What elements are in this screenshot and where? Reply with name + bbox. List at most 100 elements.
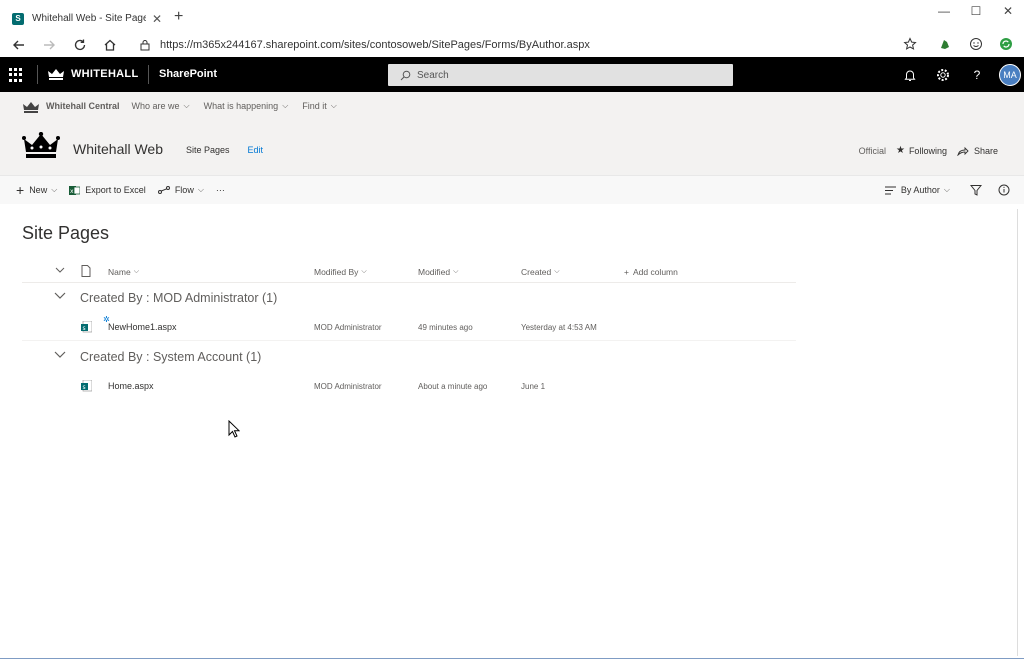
crown-logo-icon xyxy=(22,132,60,158)
forward-arrow-icon[interactable] xyxy=(41,37,57,53)
user-avatar[interactable]: MA xyxy=(999,64,1021,86)
svg-text:s: s xyxy=(83,384,86,391)
file-name-link[interactable]: NewHome1.aspx xyxy=(108,322,177,332)
group-header[interactable]: Created By : MOD Administrator (1) xyxy=(22,284,796,314)
chevron-down-icon[interactable] xyxy=(54,292,66,300)
sharepoint-favicon-icon: S xyxy=(12,12,24,25)
org-name: WHITEHALL xyxy=(71,67,139,80)
share-label: Share xyxy=(973,145,998,156)
suite-bar: WHITEHALL SharePoint Search ? xyxy=(0,57,1024,92)
table-row[interactable]: s ✲ NewHome1.aspx MOD Administrator 49 m… xyxy=(22,313,796,341)
view-label: By Author xyxy=(900,185,940,195)
page-title: Site Pages xyxy=(22,223,110,243)
site-header: Whitehall Web Site Pages Edit Official ★… xyxy=(0,120,1024,176)
excel-icon: x xyxy=(69,185,81,196)
chevron-down-icon[interactable] xyxy=(54,351,66,359)
search-placeholder: Search xyxy=(417,69,449,81)
feedback-smiley-icon[interactable] xyxy=(969,37,983,51)
close-window-icon[interactable]: ✕ xyxy=(992,2,1024,20)
chevron-down-icon: ⌵ xyxy=(453,268,459,275)
vertical-scrollbar[interactable] xyxy=(1016,204,1024,659)
hub-nav-item-what-is-happening[interactable]: What is happening ⌵ xyxy=(204,101,289,111)
plus-icon: + xyxy=(16,182,25,198)
org-logo-link[interactable]: WHITEHALL xyxy=(47,67,138,80)
site-nav-edit-link[interactable]: Edit xyxy=(248,145,264,155)
column-header-modified-by[interactable]: Modified By ⌵ xyxy=(314,267,367,277)
hub-site-name: Whitehall Central xyxy=(46,101,120,111)
classification-label: Official xyxy=(858,145,886,156)
site-logo[interactable] xyxy=(22,132,60,160)
divider xyxy=(148,65,149,84)
column-header-modified[interactable]: Modified ⌵ xyxy=(418,267,458,277)
following-button[interactable]: ★ Following xyxy=(896,145,947,156)
new-label: New xyxy=(29,185,48,195)
new-button[interactable]: + New ⌵ xyxy=(16,182,57,198)
hub-nav-item-find-it[interactable]: Find it ⌵ xyxy=(302,101,337,111)
group-header[interactable]: Created By : System Account (1) xyxy=(22,343,796,373)
help-icon[interactable]: ? xyxy=(969,67,985,83)
favorite-star-icon[interactable] xyxy=(903,37,917,51)
home-icon[interactable] xyxy=(102,37,118,53)
url-text: https://m365x244167.sharepoint.com/sites… xyxy=(160,39,590,51)
crown-icon xyxy=(48,69,64,80)
hub-nav-label: Find it xyxy=(302,101,327,111)
modified-by-cell[interactable]: MOD Administrator xyxy=(314,323,382,332)
svg-text:x: x xyxy=(70,188,74,195)
settings-gear-icon[interactable] xyxy=(935,67,951,83)
modified-cell: About a minute ago xyxy=(418,382,488,391)
back-arrow-icon[interactable] xyxy=(11,37,27,53)
export-to-excel-button[interactable]: x Export to Excel xyxy=(69,185,146,196)
search-box[interactable]: Search xyxy=(388,64,733,86)
column-header-row: Name ⌵ Modified By ⌵ Modified ⌵ Created ⌵ + A… xyxy=(22,261,796,283)
tab-title: Whitehall Web - Site Pages - By xyxy=(32,13,146,24)
refresh-icon[interactable] xyxy=(72,37,88,53)
filter-icon[interactable] xyxy=(970,184,982,196)
file-name-link[interactable]: Home.aspx xyxy=(108,381,154,391)
lock-icon xyxy=(140,39,150,51)
file-type-column-icon[interactable] xyxy=(81,265,91,277)
close-tab-icon[interactable]: ✕ xyxy=(152,12,162,26)
scrollbar-thumb[interactable] xyxy=(1017,209,1023,656)
column-label: Modified By xyxy=(314,267,359,277)
view-list-icon xyxy=(884,186,896,195)
url-field[interactable]: https://m365x244167.sharepoint.com/sites… xyxy=(134,35,924,55)
notifications-bell-icon[interactable] xyxy=(902,67,918,83)
column-header-name[interactable]: Name ⌵ xyxy=(108,267,139,277)
extension-icon[interactable] xyxy=(938,37,952,51)
crown-icon xyxy=(23,101,39,113)
command-bar: + New ⌵ x Export to Excel Flow ⌵ ··· By … xyxy=(0,176,1024,204)
sharepoint-page-file-icon: s xyxy=(81,380,92,392)
maximize-icon[interactable]: ☐ xyxy=(960,2,992,20)
svg-text:s: s xyxy=(83,325,86,332)
chevron-down-icon: ⌵ xyxy=(943,185,950,194)
divider xyxy=(37,65,38,84)
minimize-icon[interactable]: — xyxy=(928,2,960,20)
hub-nav-item-who-are-we[interactable]: Who are we ⌵ xyxy=(132,101,190,111)
app-launcher-icon[interactable] xyxy=(9,68,23,82)
modified-cell: 49 minutes ago xyxy=(418,323,473,332)
flow-button[interactable]: Flow ⌵ xyxy=(157,185,204,195)
flow-icon xyxy=(157,185,170,195)
column-header-created[interactable]: Created ⌵ xyxy=(521,267,560,277)
sharepoint-page-file-icon: s xyxy=(81,321,92,333)
more-commands-button[interactable]: ··· xyxy=(216,185,225,195)
hub-site-link[interactable]: Whitehall Central xyxy=(22,100,120,113)
browser-tab-strip: S Whitehall Web - Site Pages - By ✕ + — … xyxy=(0,0,1024,33)
share-button[interactable]: Share xyxy=(957,146,998,156)
table-row[interactable]: s Home.aspx MOD Administrator About a mi… xyxy=(22,372,796,400)
site-title[interactable]: Whitehall Web xyxy=(73,141,163,157)
info-icon[interactable] xyxy=(998,184,1010,196)
view-switcher-button[interactable]: By Author ⌵ xyxy=(884,185,950,195)
search-icon xyxy=(400,70,411,80)
new-tab-icon[interactable]: + xyxy=(174,8,183,26)
sharepoint-app-link[interactable]: SharePoint xyxy=(159,68,217,80)
chevron-down-icon: ⌵ xyxy=(361,268,367,275)
add-column-button[interactable]: + Add column xyxy=(624,267,678,277)
site-nav-site-pages[interactable]: Site Pages xyxy=(186,145,230,155)
sync-profile-icon[interactable] xyxy=(999,37,1013,51)
browser-tab[interactable]: S Whitehall Web - Site Pages - By ✕ xyxy=(4,4,170,33)
site-actions: Official ★ Following Share xyxy=(849,145,998,156)
collapse-all-chevron-icon[interactable] xyxy=(55,267,65,274)
hub-navigation: Whitehall Central Who are we ⌵ What is ha… xyxy=(0,92,1024,120)
modified-by-cell[interactable]: MOD Administrator xyxy=(314,382,382,391)
